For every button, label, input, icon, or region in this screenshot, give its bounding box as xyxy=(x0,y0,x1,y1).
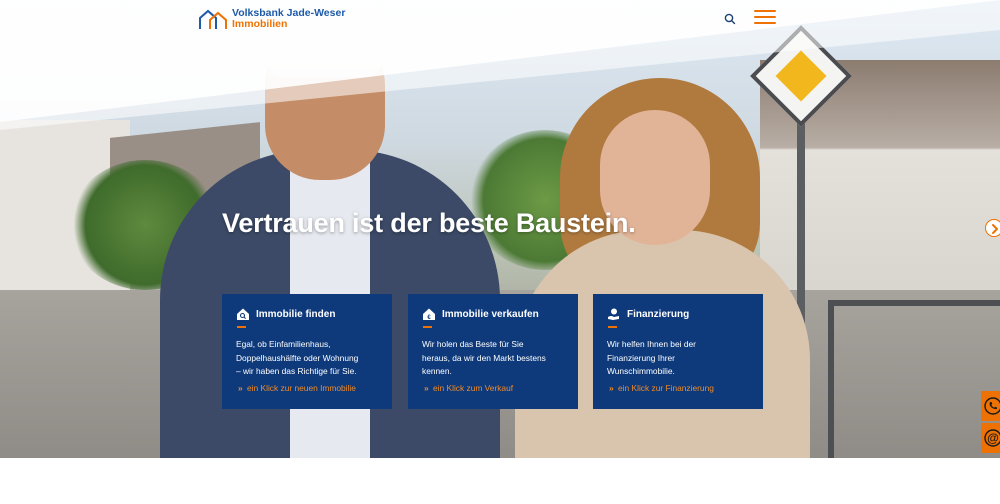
svg-text:@: @ xyxy=(987,431,999,445)
card-text-line: Doppelhaushälfte oder Wohnung xyxy=(236,352,359,363)
card-text-line: heraus, da wir den Markt bestens xyxy=(422,352,546,363)
railing xyxy=(828,300,1000,306)
card-text-line: Finanzierung Ihrer xyxy=(607,352,675,363)
hero-headline: Vertrauen ist der beste Baustein. xyxy=(222,208,636,238)
card-text-line: kennen. xyxy=(422,366,452,377)
card-title: Immobilie verkaufen xyxy=(442,308,539,320)
card-title: Immobilie finden xyxy=(256,308,336,320)
double-chevron-icon: » xyxy=(424,383,429,393)
hand-coin-icon xyxy=(607,307,621,321)
card-finanzierung[interactable]: Finanzierung Wir helfen Ihnen bei der Fi… xyxy=(593,294,763,409)
card-accent-bar xyxy=(237,326,246,328)
card-link[interactable]: » ein Klick zur neuen Immobilie xyxy=(238,383,356,393)
phone-icon xyxy=(984,397,1000,415)
logo[interactable]: Volksbank Jade-Weser Immobilien xyxy=(198,6,345,32)
page-content-start xyxy=(0,458,1000,504)
phone-contact-button[interactable] xyxy=(981,391,1000,421)
card-link-label[interactable]: ein Klick zur neuen Immobilie xyxy=(247,383,356,393)
card-link[interactable]: » ein Klick zur Finanzierung xyxy=(609,383,714,393)
double-chevron-icon: » xyxy=(238,383,243,393)
logo-line2: Immobilien xyxy=(232,18,288,30)
card-immobilie-verkaufen[interactable]: € Immobilie verkaufen Wir holen das Best… xyxy=(408,294,578,409)
at-sign-icon: @ xyxy=(984,429,1000,447)
card-link-label[interactable]: ein Klick zum Verkauf xyxy=(433,383,513,393)
card-immobilie-finden[interactable]: Immobilie finden Egal, ob Einfamilienhau… xyxy=(222,294,392,409)
email-contact-button[interactable]: @ xyxy=(981,423,1000,453)
house-search-icon xyxy=(236,307,250,321)
card-text-line: Egal, ob Einfamilienhaus, xyxy=(236,339,331,349)
card-accent-bar xyxy=(608,326,617,328)
card-text-line: Wir holen das Beste für Sie xyxy=(422,339,524,349)
card-text: Wir helfen Ihnen bei der Finanzierung Ih… xyxy=(607,338,749,379)
house-euro-icon: € xyxy=(422,307,436,321)
hamburger-menu-icon[interactable] xyxy=(754,10,776,26)
card-link-label[interactable]: ein Klick zur Finanzierung xyxy=(618,383,714,393)
card-text-line: Wir helfen Ihnen bei der xyxy=(607,339,696,349)
card-text-line: – wir haben das Richtige für Sie. xyxy=(236,366,357,377)
search-icon[interactable] xyxy=(722,11,738,27)
card-accent-bar xyxy=(423,326,432,328)
chevron-right-icon[interactable] xyxy=(985,219,1000,237)
card-text-line: Wunschimmobilie. xyxy=(607,366,675,377)
double-chevron-icon: » xyxy=(609,383,614,393)
card-text: Wir holen das Beste für Sie heraus, da w… xyxy=(422,338,564,379)
card-title: Finanzierung xyxy=(627,308,690,320)
logo-house-icon xyxy=(198,8,228,30)
card-link[interactable]: » ein Klick zum Verkauf xyxy=(424,383,513,393)
logo-text: Volksbank Jade-Weser Immobilien xyxy=(232,8,345,30)
card-text: Egal, ob Einfamilienhaus, Doppelhaushälf… xyxy=(236,338,378,379)
railing-post xyxy=(828,300,834,458)
